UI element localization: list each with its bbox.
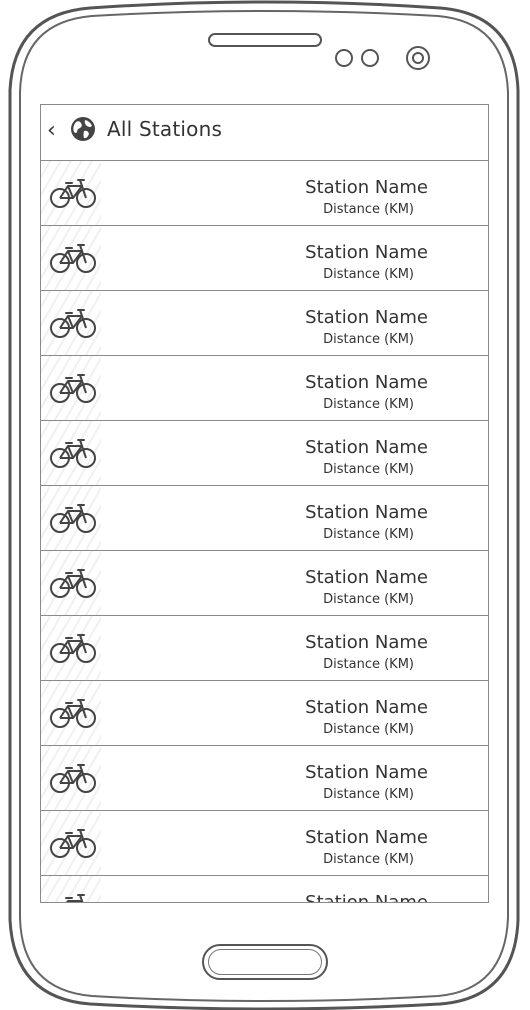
station-name: Station Name bbox=[305, 827, 428, 848]
station-list-item[interactable]: Station Name Distance (KM) bbox=[41, 551, 488, 616]
station-distance: Distance (KM) bbox=[323, 267, 414, 282]
bicycle-icon bbox=[49, 696, 97, 730]
station-list-item[interactable]: Station Name Distance (KM) bbox=[41, 161, 488, 226]
station-thumbnail bbox=[41, 226, 101, 290]
station-thumbnail bbox=[41, 876, 101, 902]
station-name: Station Name bbox=[305, 697, 428, 718]
app-header: ‹ All Stations bbox=[41, 105, 488, 161]
station-list-item[interactable]: Station Name Distance (KM) bbox=[41, 681, 488, 746]
speaker-grille-icon bbox=[208, 33, 322, 47]
station-name: Station Name bbox=[305, 502, 428, 523]
station-thumbnail bbox=[41, 681, 101, 745]
bicycle-icon bbox=[49, 566, 97, 600]
station-thumbnail bbox=[41, 356, 101, 420]
station-distance: Distance (KM) bbox=[323, 852, 414, 867]
station-list-item[interactable]: Station Name Distance (KM) bbox=[41, 486, 488, 551]
page-title: All Stations bbox=[107, 117, 223, 141]
station-thumbnail bbox=[41, 486, 101, 550]
station-name: Station Name bbox=[305, 242, 428, 263]
bicycle-icon bbox=[49, 501, 97, 535]
station-thumbnail bbox=[41, 551, 101, 615]
station-distance: Distance (KM) bbox=[323, 722, 414, 737]
station-distance: Distance (KM) bbox=[323, 592, 414, 607]
station-thumbnail bbox=[41, 811, 101, 875]
bicycle-icon bbox=[49, 826, 97, 860]
globe-icon bbox=[71, 117, 95, 141]
station-list-item[interactable]: Station NameDistance (KM) bbox=[41, 876, 488, 903]
station-list: Station Name Distance (KM) Station Name Dis… bbox=[41, 161, 488, 903]
bicycle-icon bbox=[49, 761, 97, 795]
station-distance: Distance (KM) bbox=[323, 527, 414, 542]
station-list-item[interactable]: Station Name Distance (KM) bbox=[41, 291, 488, 356]
bicycle-icon bbox=[49, 176, 97, 210]
home-button[interactable] bbox=[202, 944, 328, 980]
bicycle-icon bbox=[49, 306, 97, 340]
station-thumbnail bbox=[41, 291, 101, 355]
bicycle-icon bbox=[49, 371, 97, 405]
station-list-item[interactable]: Station Name Distance (KM) bbox=[41, 616, 488, 681]
station-name: Station Name bbox=[305, 892, 428, 903]
station-name: Station Name bbox=[305, 762, 428, 783]
station-name: Station Name bbox=[305, 632, 428, 653]
station-list-item[interactable]: Station Name Distance (KM) bbox=[41, 356, 488, 421]
back-button[interactable]: ‹ bbox=[47, 119, 63, 143]
station-thumbnail bbox=[41, 421, 101, 485]
station-thumbnail bbox=[41, 616, 101, 680]
station-list-item[interactable]: Station Name Distance (KM) bbox=[41, 746, 488, 811]
station-list-item[interactable]: Station Name Distance (KM) bbox=[41, 226, 488, 291]
bicycle-icon bbox=[49, 631, 97, 665]
station-distance: Distance (KM) bbox=[323, 787, 414, 802]
bicycle-icon bbox=[49, 241, 97, 275]
station-thumbnail bbox=[41, 161, 101, 225]
station-name: Station Name bbox=[305, 372, 428, 393]
station-name: Station Name bbox=[305, 177, 428, 198]
station-name: Station Name bbox=[305, 307, 428, 328]
station-list-item[interactable]: Station Name Distance (KM) bbox=[41, 421, 488, 486]
station-distance: Distance (KM) bbox=[323, 462, 414, 477]
bicycle-icon bbox=[49, 891, 97, 902]
bicycle-icon bbox=[49, 436, 97, 470]
app-screen: ‹ All Stations Station Name Distance (KM)… bbox=[40, 104, 489, 903]
station-distance: Distance (KM) bbox=[323, 397, 414, 412]
station-name: Station Name bbox=[305, 437, 428, 458]
station-distance: Distance (KM) bbox=[323, 332, 414, 347]
station-list-item[interactable]: Station Name Distance (KM) bbox=[41, 811, 488, 876]
station-thumbnail bbox=[41, 746, 101, 810]
station-distance: Distance (KM) bbox=[323, 657, 414, 672]
station-distance: Distance (KM) bbox=[323, 202, 414, 217]
station-name: Station Name bbox=[305, 567, 428, 588]
front-camera-icon bbox=[406, 46, 430, 70]
